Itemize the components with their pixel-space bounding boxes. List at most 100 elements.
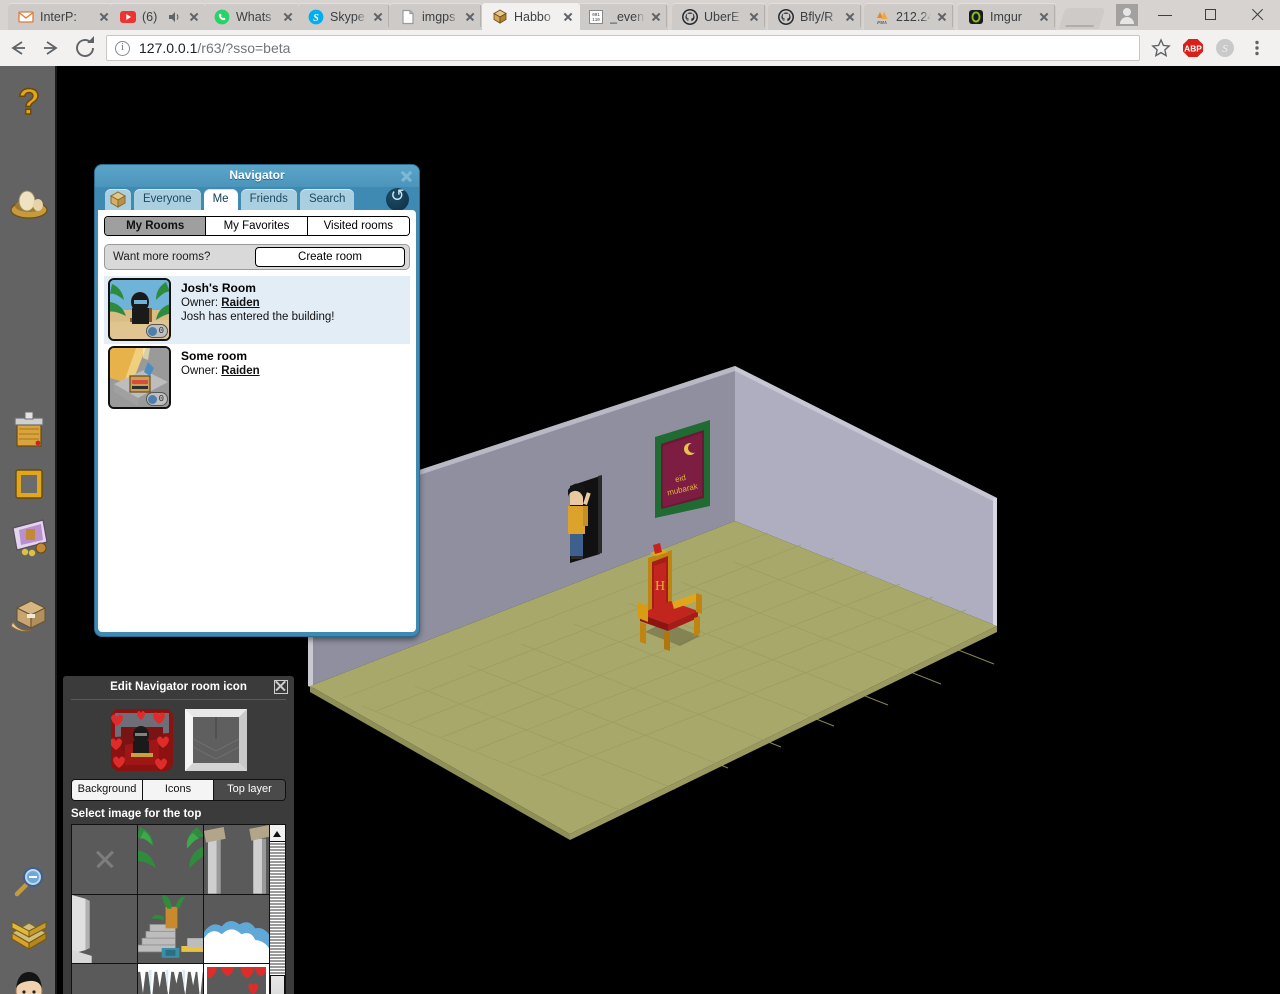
room-list: 0 Josh's Room Owner: Raiden Josh has ent… — [104, 276, 410, 412]
chrome-menu-icon[interactable] — [1242, 33, 1272, 63]
tab-close-icon[interactable] — [1036, 9, 1052, 25]
close-icon — [94, 848, 116, 870]
hearts-option[interactable] — [204, 964, 269, 994]
catalogue-icon[interactable] — [5, 404, 53, 452]
navigator-window[interactable]: Navigator Everyone Me Friends Search My … — [95, 165, 419, 636]
avatar-icon[interactable] — [5, 964, 53, 994]
room-thumbnail[interactable]: 0 — [108, 346, 171, 409]
window-close-button[interactable] — [1234, 0, 1280, 30]
subtab-visited-rooms[interactable]: Visited rooms — [307, 217, 409, 235]
room-list-item[interactable]: 0 Some room Owner: Raiden — [104, 344, 410, 412]
create-room-button[interactable]: Create room — [255, 247, 405, 267]
scrollbar-thumb[interactable] — [270, 975, 285, 994]
tab-close-icon[interactable] — [746, 9, 762, 25]
editor-title: Edit Navigator room icon — [110, 681, 247, 693]
youtube-icon — [120, 9, 136, 25]
icicles-option[interactable] — [138, 964, 203, 994]
browser-tab-9[interactable]: PMA 212.24 — [864, 3, 954, 30]
image-grid-scrollbar[interactable] — [269, 824, 286, 994]
tab-icons[interactable]: Icons — [143, 780, 214, 800]
tab-everyone[interactable]: Everyone — [134, 189, 201, 210]
wall-option[interactable] — [72, 894, 137, 964]
tab-close-icon[interactable] — [370, 9, 386, 25]
browser-tab-6[interactable]: 001 110 _event — [578, 3, 668, 30]
scroll-up-button[interactable] — [270, 825, 285, 842]
tab-me[interactable]: Me — [203, 189, 238, 211]
zoom-out-icon[interactable] — [5, 856, 53, 904]
window-minimize-button[interactable] — [1142, 0, 1188, 30]
site-info-icon[interactable] — [115, 40, 130, 56]
tab-close-icon[interactable] — [280, 9, 296, 25]
user-icon — [147, 394, 157, 404]
browser-tab-4[interactable]: imgps — [390, 3, 482, 30]
tab-close-icon[interactable] — [462, 9, 478, 25]
image-grid — [71, 824, 270, 994]
top-layer-preview[interactable] — [184, 709, 247, 771]
owner-name[interactable]: Raiden — [221, 297, 259, 309]
tab-friends[interactable]: Friends — [240, 189, 297, 210]
navigator-title: Navigator — [229, 168, 285, 182]
clouds-option[interactable] — [204, 894, 269, 964]
browser-tab-3[interactable]: S Skype — [298, 3, 390, 30]
browser-tab-2[interactable]: Whats — [204, 3, 300, 30]
browser-tab-5[interactable]: Habbo — [482, 3, 580, 30]
github-icon — [682, 8, 698, 25]
forward-icon[interactable] — [34, 31, 68, 65]
room-name: Some room — [181, 349, 248, 363]
subtab-my-rooms[interactable]: My Rooms — [105, 217, 207, 235]
picture-frame-icon[interactable] — [5, 458, 53, 506]
room-list-item[interactable]: 0 Josh's Room Owner: Raiden Josh has ent… — [104, 276, 410, 344]
tab-home[interactable] — [105, 189, 131, 210]
browser-tab-1[interactable]: (6) — [110, 3, 206, 30]
new-tab-button[interactable] — [1058, 8, 1106, 29]
room-settings-icon[interactable] — [5, 910, 53, 958]
svg-text:001: 001 — [592, 14, 600, 18]
close-icon[interactable] — [399, 169, 413, 183]
skype-extension-icon[interactable]: S — [1210, 33, 1240, 63]
browser-tab-8[interactable]: Bfly/R — [768, 3, 862, 30]
svg-text:S: S — [1222, 43, 1228, 55]
inventory-box-icon[interactable] — [5, 590, 53, 638]
coins-option[interactable] — [72, 964, 137, 994]
none-option[interactable] — [72, 825, 137, 894]
browser-tab-0[interactable]: InterP: — [8, 3, 116, 30]
envelope-icon — [18, 9, 34, 25]
address-bar[interactable]: 127.0.0.1/r63/?sso=beta — [106, 35, 1140, 61]
scrollbar-track[interactable] — [270, 842, 285, 994]
trade-catalog-icon[interactable] — [5, 512, 53, 560]
help-icon[interactable]: ? — [5, 78, 53, 126]
svg-text:?: ? — [18, 81, 40, 122]
stairs-plant-option[interactable] — [138, 894, 203, 964]
tab-audio-icon[interactable] — [167, 10, 181, 24]
tab-close-icon[interactable] — [842, 9, 858, 25]
room-name: Josh's Room — [181, 281, 256, 295]
tab-search[interactable]: Search — [299, 189, 355, 210]
back-icon[interactable] — [0, 31, 34, 65]
tab-friends-label: Friends — [249, 193, 288, 205]
tab-background[interactable]: Background — [72, 780, 143, 800]
bookmark-star-icon[interactable] — [1146, 33, 1176, 63]
svg-text:PMA: PMA — [877, 20, 887, 25]
reload-icon[interactable] — [68, 31, 102, 65]
pillars-option[interactable] — [204, 825, 269, 894]
edit-room-icon-panel[interactable]: Edit Navigator room icon Background Icon… — [62, 675, 295, 994]
tab-close-icon[interactable] — [186, 9, 202, 25]
navigator-titlebar[interactable]: Navigator — [95, 165, 419, 187]
back-arrow-icon[interactable] — [386, 186, 409, 211]
plants-option[interactable] — [138, 825, 203, 894]
room-icon-preview[interactable] — [110, 709, 173, 771]
close-icon[interactable] — [274, 680, 288, 694]
subtab-my-favorites[interactable]: My Favorites — [206, 217, 308, 235]
tab-top-layer[interactable]: Top layer — [214, 780, 285, 800]
browser-tab-7[interactable]: UberE — [672, 3, 766, 30]
tab-close-icon[interactable] — [648, 9, 664, 25]
tab-close-icon[interactable] — [560, 9, 576, 25]
owner-name[interactable]: Raiden — [221, 365, 259, 377]
browser-tab-10[interactable]: Imgur — [958, 3, 1056, 30]
adblock-icon[interactable]: ABP — [1178, 33, 1208, 63]
room-thumbnail[interactable]: 0 — [108, 278, 171, 341]
egg-nest-icon[interactable] — [5, 178, 53, 226]
window-maximize-button[interactable] — [1188, 0, 1234, 30]
tab-close-icon[interactable] — [934, 9, 950, 25]
profile-avatar-button[interactable] — [1116, 4, 1138, 26]
